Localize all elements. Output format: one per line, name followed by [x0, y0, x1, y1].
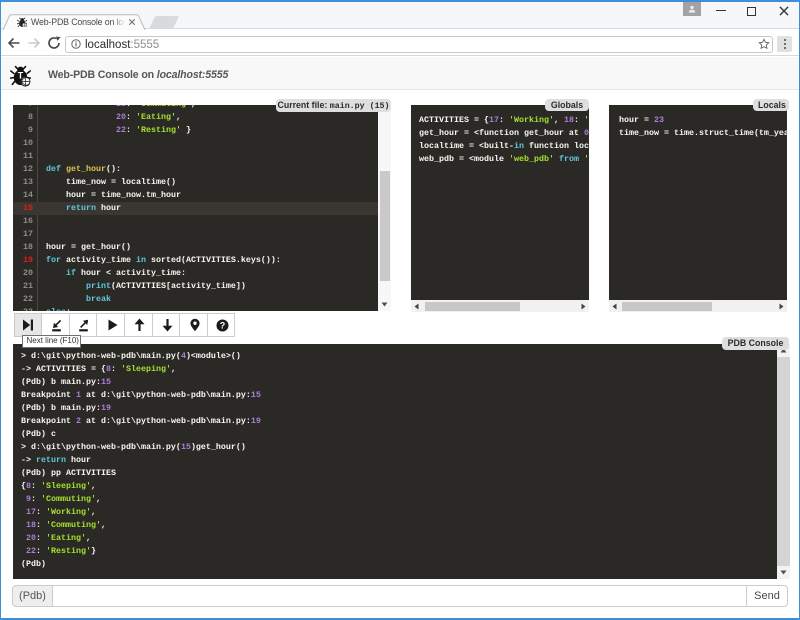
svg-text:?: ?: [220, 320, 226, 330]
